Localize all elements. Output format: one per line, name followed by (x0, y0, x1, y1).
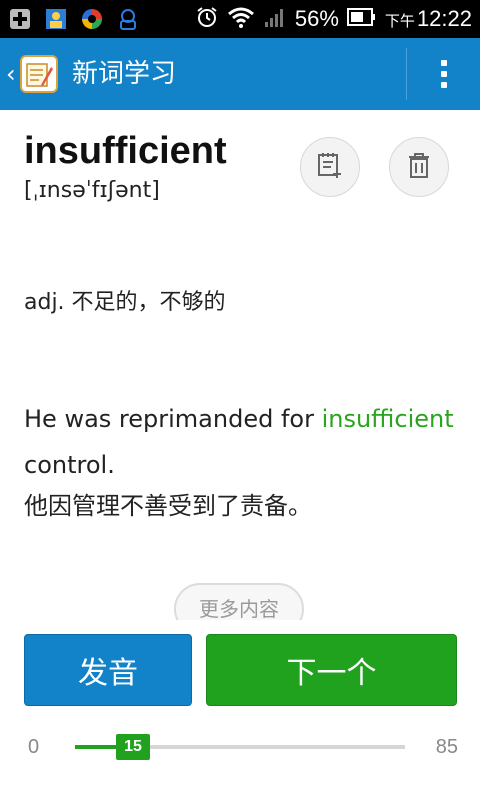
system-status: 56% 下午12:22 (195, 0, 472, 38)
word-headword: insufficient (24, 130, 227, 172)
overflow-menu-button[interactable] (407, 38, 480, 110)
app-bar: ‹ 新词学习 (0, 38, 480, 110)
battery-icon (346, 7, 377, 31)
trash-icon (405, 150, 433, 184)
example-highlight: insufficient (321, 405, 454, 433)
example-text-after: control. (24, 451, 115, 479)
browser-app-icon (80, 7, 104, 31)
progress-min-label: 0 (28, 736, 40, 758)
wifi-icon (227, 6, 255, 32)
signal-icon (263, 6, 287, 32)
alarm-icon (195, 5, 219, 33)
back-button[interactable]: ‹ (0, 38, 70, 110)
time-ampm: 下午 (384, 12, 415, 30)
page-title: 新词学习 (72, 59, 177, 89)
progress-fill (75, 745, 116, 749)
example-translation: 他因管理不善受到了责备。 (24, 492, 312, 520)
example-sentence: He was reprimanded for insufficient cont… (24, 396, 464, 488)
example-text-before: He was reprimanded for (24, 405, 322, 433)
delete-word-button[interactable] (389, 137, 449, 197)
add-to-notebook-button[interactable] (300, 137, 360, 197)
clock: 12:22 (416, 6, 472, 31)
notification-plus-icon (8, 7, 32, 31)
pronounce-button[interactable]: 发音 (24, 634, 192, 706)
notification-icons (8, 6, 140, 32)
game-pad-icon (116, 7, 140, 31)
word-phonetic: [ˌɪnsəˈfɪʃənt] (24, 178, 160, 203)
word-definition: adj. 不足的，不够的 (24, 290, 226, 315)
battery-percent: 56% (294, 6, 339, 31)
more-vert-icon (440, 60, 447, 88)
status-bar: 56% 下午12:22 (0, 0, 480, 38)
back-chevron-icon: ‹ (6, 60, 16, 88)
progress-max-label: 85 (435, 736, 458, 758)
contacts-app-icon (44, 7, 68, 31)
progress-thumb[interactable]: 15 (116, 734, 150, 760)
add-note-icon (315, 150, 345, 184)
app-logo-icon (19, 55, 58, 93)
next-word-button[interactable]: 下一个 (206, 634, 457, 706)
